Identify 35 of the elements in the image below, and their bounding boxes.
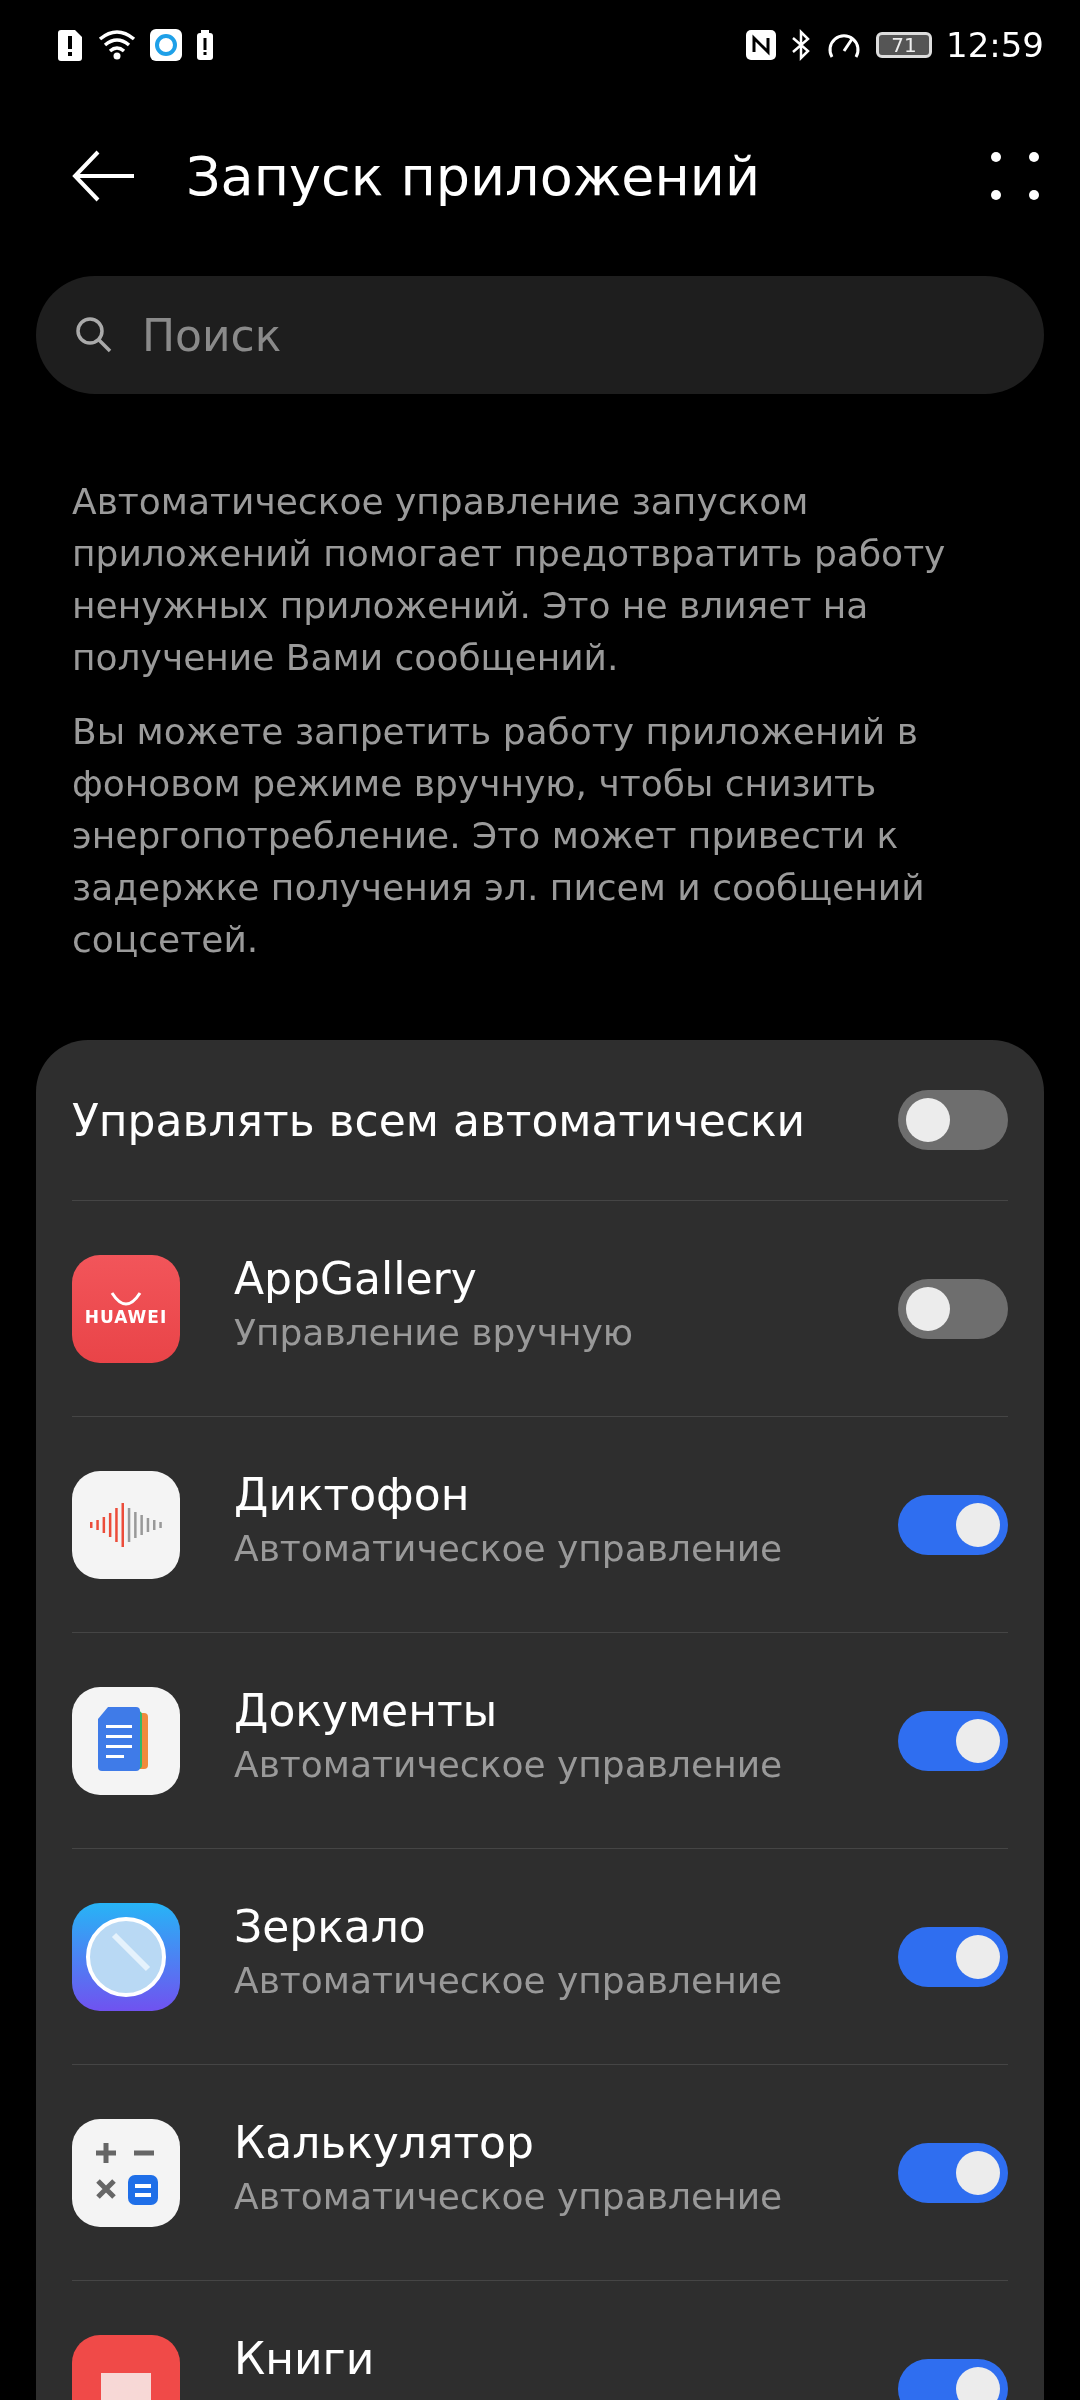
document-icon [72,1686,180,1795]
smile-icon [109,1290,143,1307]
sound-wave-icon [72,1470,180,1579]
description-text: Автоматическое управление запуском приложений помогает предотвратить работу ненужных приложений. Это не влияет на получение Вами сообщений. [72,480,947,680]
toggle-switch[interactable] [898,2358,1008,2400]
more-icon[interactable] [990,151,1040,201]
app-name: AppGallery [234,1252,478,1304]
app-name: Диктофон [234,1468,471,1520]
bluetooth-icon [790,29,812,61]
app-status: Автоматическое управление [234,1959,784,2001]
app-status: Автоматическое управление [234,1527,784,1569]
app-notification-icon [150,29,182,61]
page-title: Запуск приложений [186,144,762,208]
sim-alert-icon [56,29,84,61]
calculator-icon [72,2118,180,2227]
clock: 12:59 [946,25,1044,65]
setting-label: Управлять всем автоматически [72,1094,807,1146]
app-name: Книги [234,2332,376,2384]
mirror-icon [72,1902,180,2011]
app-name: Документы [234,1684,499,1736]
toggle-switch[interactable] [898,1090,1008,1150]
nfc-icon [746,30,776,60]
wifi-icon [98,29,136,61]
battery-level: 71 [876,32,932,58]
search-field[interactable]: Поиск [36,276,1044,394]
back-icon[interactable] [72,149,136,203]
description-text: Вы можете запретить работу приложений в фоновом режиме вручную, чтобы снизить энергопотребление. Это может привести к задержке получения эл. писем и сообщений соцсетей. [72,710,926,962]
app-status: Автоматическое управление [234,2175,784,2217]
app-status: Автоматическое управление [234,1743,784,1785]
app-name: Калькулятор [234,2116,535,2168]
app-name: Зеркало [234,1900,427,1952]
search-icon [74,315,114,355]
battery-alert-icon [196,30,214,60]
icon-label: HUAWEI [84,1306,168,1327]
app-status: Управление вручную [234,1311,635,1353]
